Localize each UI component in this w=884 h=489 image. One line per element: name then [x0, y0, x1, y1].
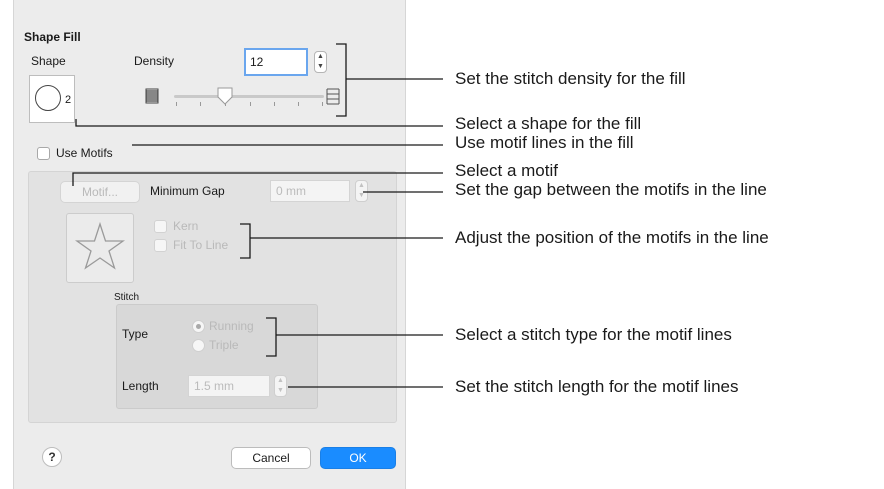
stepper-down-icon[interactable]: ▼ [315, 62, 326, 72]
density-slider-thumb[interactable] [216, 86, 234, 106]
density-label: Density [134, 54, 175, 68]
star-icon [74, 221, 126, 270]
fit-to-line-label: Fit To Line [173, 238, 229, 252]
shape-selector[interactable]: 2 [29, 75, 75, 123]
kern-checkbox[interactable] [154, 220, 167, 233]
fit-to-line-checkbox[interactable] [154, 239, 167, 252]
annotation-use-motifs: Use motif lines in the fill [455, 133, 634, 152]
density-slider[interactable] [174, 95, 324, 98]
ok-button[interactable]: OK [320, 447, 396, 469]
annotation-gap: Set the gap between the motifs in the li… [455, 180, 767, 199]
length-stepper[interactable]: ▲ ▼ [274, 375, 287, 397]
annotation-density: Set the stitch density for the fill [455, 69, 686, 88]
shape-label: Shape [31, 54, 66, 68]
stepper-up-icon[interactable]: ▲ [356, 181, 367, 191]
annotation-motif: Select a motif [455, 161, 558, 180]
stepper-up-icon[interactable]: ▲ [315, 52, 326, 62]
motif-preview[interactable] [66, 213, 134, 283]
shape-fill-dialog: Shape Fill Shape 2 Density 12 ▲ ▼ Use Mo… [13, 0, 406, 489]
running-radio[interactable] [192, 320, 205, 333]
shape-number: 2 [65, 94, 72, 106]
annotation-shape: Select a shape for the fill [455, 114, 642, 133]
minimum-gap-stepper[interactable]: ▲ ▼ [355, 180, 368, 202]
minimum-gap-input[interactable]: 0 mm [270, 180, 350, 202]
use-motifs-checkbox[interactable] [37, 147, 50, 160]
stepper-down-icon[interactable]: ▼ [356, 191, 367, 201]
density-stepper[interactable]: ▲ ▼ [314, 51, 327, 73]
kern-label: Kern [173, 219, 199, 233]
triple-label: Triple [209, 338, 239, 352]
cancel-button[interactable]: Cancel [231, 447, 311, 469]
dense-fill-icon [145, 88, 159, 104]
help-button[interactable]: ? [42, 447, 62, 467]
minimum-gap-label: Minimum Gap [150, 184, 225, 198]
type-label: Type [122, 327, 149, 341]
annotation-position: Adjust the position of the motifs in the… [455, 228, 769, 247]
annotation-stitch-length: Set the stitch length for the motif line… [455, 377, 739, 396]
dialog-title: Shape Fill [24, 30, 81, 44]
stitch-section-label: Stitch [114, 292, 140, 303]
stepper-up-icon[interactable]: ▲ [275, 376, 286, 386]
use-motifs-label: Use Motifs [56, 146, 113, 160]
density-slider-ticks [174, 102, 324, 108]
length-label: Length [122, 379, 159, 393]
running-label: Running [209, 319, 254, 333]
motif-button[interactable]: Motif... [60, 181, 140, 203]
triple-radio[interactable] [192, 339, 205, 352]
stepper-down-icon[interactable]: ▼ [275, 386, 286, 396]
sparse-fill-icon [326, 88, 340, 105]
density-input[interactable]: 12 [244, 48, 308, 76]
circle-icon [35, 85, 61, 111]
length-input[interactable]: 1.5 mm [188, 375, 270, 397]
annotation-stitch-type: Select a stitch type for the motif lines [455, 325, 732, 344]
